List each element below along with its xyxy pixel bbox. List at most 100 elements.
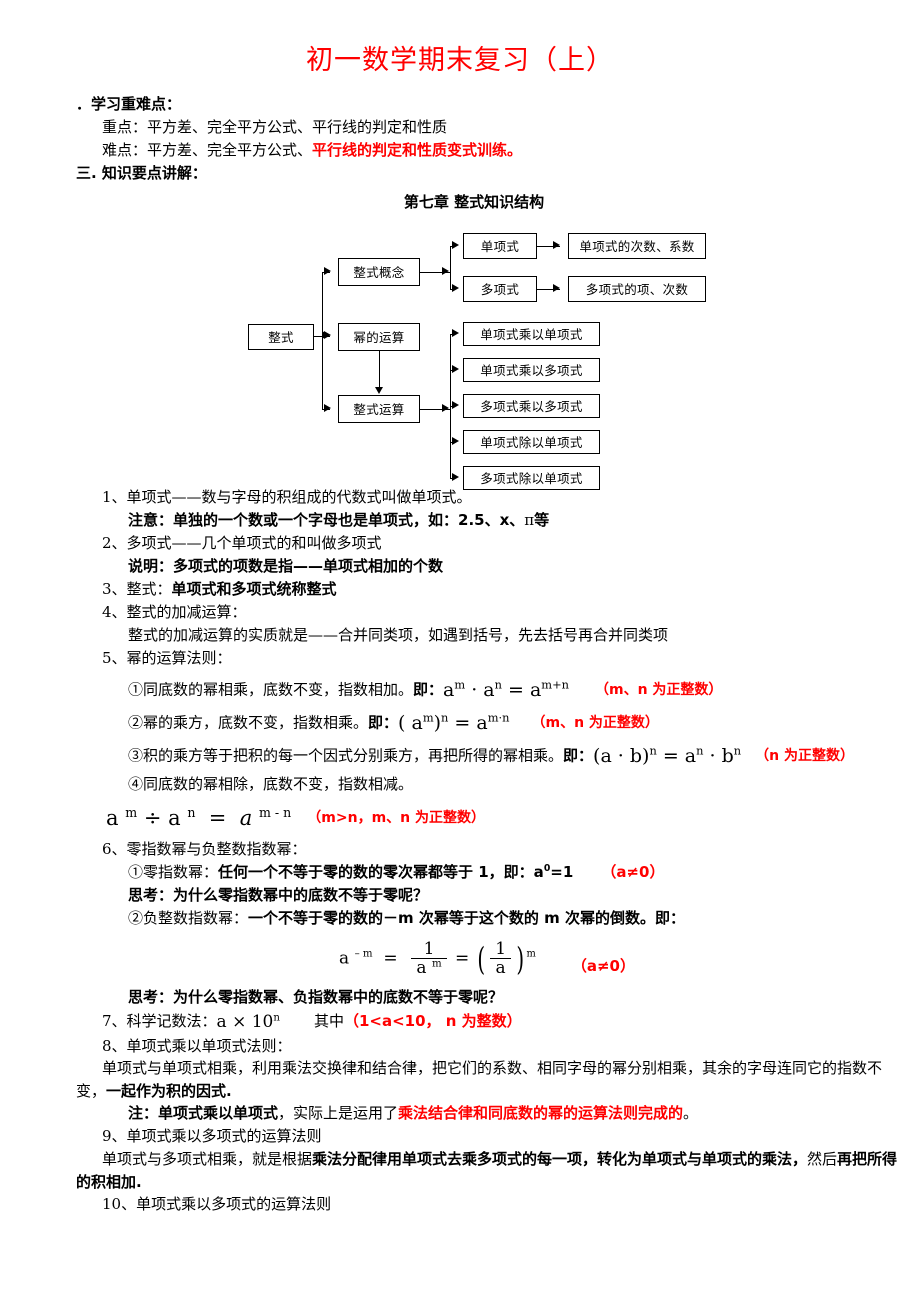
item-7-label: 7、科学记数法： xyxy=(102,1011,217,1030)
arrow-op-4-icon xyxy=(452,437,459,446)
item-5-c-ji: 即： xyxy=(563,746,594,765)
item-6-a-note: （a≠0） xyxy=(601,862,665,881)
item-6-a-tail: =1 xyxy=(550,862,574,881)
key-point-label: 重点： xyxy=(102,117,148,136)
focus-section: ．学习重难点： 重点：平方差、完全平方公式、平行线的判定和性质 难点：平方差、完… xyxy=(0,93,920,185)
item-7: 7、科学记数法：a × 10n 其中（1<a<10， n 为整数） xyxy=(76,1009,898,1035)
knowledge-heading: 三. 知识要点讲解： xyxy=(76,163,207,182)
item-5-d: ④同底数的幂相除，底数不变，指数相减。 xyxy=(128,774,414,793)
knowledge-items: 1、单项式——数与字母的积组成的代数式叫做单项式。 注意：单独的一个数或一个字母… xyxy=(0,486,920,1217)
diagram-box-polynomial-ops: 整式运算 xyxy=(338,394,420,423)
page-title: 初一数学期末复习（上） xyxy=(306,45,614,76)
difficulty-text-highlight: 平行线的判定和性质变式训练。 xyxy=(312,140,523,159)
item-2: 2、多项式——几个单项式的和叫做多项式 xyxy=(102,534,382,553)
item-5-c: ③积的乘方等于把积的每一个因式分别乘方，再把所得的幂相乘。即：(a · b)n … xyxy=(76,742,898,771)
item-5-c-note: （n 为正整数） xyxy=(755,748,854,765)
item-5-a-text: ①同底数的幂相乘，底数不变，指数相加。 xyxy=(128,680,414,699)
diagram-box-power-ops: 幂的运算 xyxy=(338,322,420,351)
item-6: 6、零指数幂与负整数指数幂： xyxy=(102,840,307,859)
item-9: 9、单项式乘以多项式的运算法则 xyxy=(102,1127,322,1146)
item-6-a-text: 任何一个不等于零的数的零次幂都等于 1，即：a xyxy=(218,862,544,881)
connector-trunk xyxy=(322,271,323,409)
item-1-note: 注意：单独的一个数或一个字母也是单项式，如：2.5、x、π等 xyxy=(76,509,898,532)
item-9-text-b: 乘法分配律用单项式去乘多项式的每一项，转化为单项式与单项式的乘法， xyxy=(312,1150,808,1169)
diagram-box-root: 整式 xyxy=(248,323,314,350)
item-5-d-note: （m>n，m、n 为正整数） xyxy=(307,809,485,826)
diagram-box-op-4: 单项式除以单项式 xyxy=(463,429,600,454)
item-5-b-text: ②幂的乘方，底数不变，指数相乘。 xyxy=(128,713,369,732)
arrow-concept-icon xyxy=(324,267,331,276)
item-6-a: ①零指数幂：任何一个不等于零的数的零次幂都等于 1，即：a0=1 （a≠0） xyxy=(76,861,898,884)
formula-power-of-power: ( am)n = am·n xyxy=(398,710,510,734)
arrow-op-2-icon xyxy=(452,365,459,374)
item-6-think-1: 思考：为什么零指数幂中的底数不等于零呢？ xyxy=(128,885,429,904)
arrow-ops-out-icon xyxy=(442,404,449,413)
item-2-note-text: 多项式的项数是指——单项式相加的个数 xyxy=(173,557,444,576)
item-8-note: 注：单项式乘以单项式，实际上是运用了乘法结合律和同底数的幂的运算法则完成的。 xyxy=(76,1102,898,1125)
item-5: 5、幂的运算法则： xyxy=(102,648,232,667)
item-10: 10、单项式乘以多项式的运算法则 xyxy=(102,1195,332,1214)
diagram-box-polynomial: 多项式 xyxy=(463,275,537,302)
key-point-text: 平方差、完全平方公式、平行线的判定和性质 xyxy=(147,117,448,136)
focus-heading: ．学习重难点： xyxy=(76,95,182,113)
diagram-box-op-2: 单项式乘以多项式 xyxy=(463,357,600,382)
formula-power-of-product: (a · b)n = an · bn xyxy=(593,743,742,767)
item-8-note-highlight: 乘法结合律和同底数的幂的运算法则完成的 xyxy=(398,1104,684,1123)
item-5-a: ①同底数的幂相乘，底数不变，指数相加。即：am · an = am+n （m、n … xyxy=(76,676,898,705)
diagram-box-concept: 整式概念 xyxy=(338,257,420,286)
item-5-b-note: （m、n 为正整数） xyxy=(531,715,659,732)
diagram-box-monomial-degree: 单项式的次数、系数 xyxy=(568,232,706,259)
item-8-note-tail: 。 xyxy=(683,1104,699,1123)
item-5-a-note: （m、n 为正整数） xyxy=(594,682,723,699)
item-6-b-label: ②负整数指数幂： xyxy=(128,908,249,927)
arrow-op-1-icon xyxy=(452,329,459,338)
item-8-note-mid: ，实际上是运用了 xyxy=(278,1104,399,1123)
key-point-line: 重点：平方差、完全平方公式、平行线的判定和性质 xyxy=(76,116,898,139)
connector-concept-branch xyxy=(450,245,451,289)
document-page: 初一数学期末复习（上） ．学习重难点： 重点：平方差、完全平方公式、平行线的判定… xyxy=(0,0,920,1302)
item-9-text-c: 然后 xyxy=(807,1150,838,1169)
pi-symbol: π xyxy=(524,511,535,530)
item-4: 4、整式的加减运算： xyxy=(102,602,247,621)
item-2-note: 说明：多项式的项数是指——单项式相加的个数 xyxy=(76,555,898,578)
knowledge-structure-diagram: 整式 整式概念 幂的运算 整式运算 单项式 多项式 单项式的次数、系数 多项式的… xyxy=(0,212,920,490)
diagram-box-polynomial-terms: 多项式的项、次数 xyxy=(568,275,706,302)
difficulty-label: 难点： xyxy=(102,140,148,159)
item-8-note-label: 注：单项式乘以单项式 xyxy=(128,1104,279,1123)
arrow-op-3-icon xyxy=(452,401,459,410)
arrow-polynomial-icon xyxy=(452,284,459,293)
item-9-text-a: 单项式与多项式相乘，就是根据 xyxy=(102,1150,313,1169)
formula-division: a m ÷ a n = a m - n xyxy=(106,804,292,830)
item-8-text: 单项式与单项式相乘，利用乘法交换律和结合律，把它们的系数、相同字母的幂分别相乘，… xyxy=(76,1057,898,1102)
item-5-b: ②幂的乘方，底数不变，指数相乘。即：( am)n = am·n （m、n 为正整数… xyxy=(76,709,898,738)
item-6-b-formula-line: a – m = 1a m = (1 a) m （a≠0） xyxy=(76,939,898,978)
item-5-a-ji: 即： xyxy=(413,680,444,699)
arrow-monomial-icon xyxy=(452,241,459,250)
item-1-note-text: 单独的一个数或一个字母也是单项式，如：2.5、x、 xyxy=(173,510,525,529)
arrow-power-to-ops-icon xyxy=(374,386,383,394)
item-6-think-2: 思考：为什么零指数幂、负指数幂中的底数不等于零呢？ xyxy=(128,987,504,1006)
diagram-title: 第七章 整式知识结构 xyxy=(403,192,545,211)
item-6-a-label: ①零指数幂： xyxy=(128,862,219,881)
item-9-text: 单项式与多项式相乘，就是根据乘法分配律用单项式去乘多项式的每一项，转化为单项式与… xyxy=(76,1148,898,1193)
difficulty-line: 难点：平方差、完全平方公式、平行线的判定和性质变式训练。 xyxy=(76,139,898,162)
arrow-power-icon xyxy=(324,331,331,340)
item-1-note-tail: 等 xyxy=(534,510,550,529)
item-6-b-note: （a≠0） xyxy=(571,956,635,975)
item-6-b: ②负整数指数幂：一个不等于零的数的－m 次幂等于这个数的 m 次幂的倒数。即： xyxy=(76,907,898,930)
item-1-note-label: 注意： xyxy=(128,510,174,529)
diagram-box-op-3: 多项式乘以多项式 xyxy=(463,393,600,418)
item-3: 3、整式：单项式和多项式统称整式 xyxy=(76,578,898,601)
item-2-note-label: 说明： xyxy=(128,557,174,576)
connector-power-to-ops xyxy=(379,350,380,388)
item-5-d-formula-line: a m ÷ a n = a m - n （m>n，m、n 为正整数） xyxy=(76,802,898,834)
item-7-where: 其中 xyxy=(313,1011,344,1030)
item-8: 8、单项式乘以单项式法则： xyxy=(102,1036,292,1055)
diagram-box-monomial: 单项式 xyxy=(463,232,537,259)
item-3-text: 单项式和多项式统称整式 xyxy=(171,580,337,599)
diagram-box-op-5: 多项式除以单项式 xyxy=(463,465,600,490)
item-3-number: 3、整式： xyxy=(102,580,172,599)
arrow-op-5-icon xyxy=(452,473,459,482)
formula-scientific-notation: a × 10n xyxy=(216,1011,280,1032)
item-5-b-ji: 即： xyxy=(368,713,399,732)
